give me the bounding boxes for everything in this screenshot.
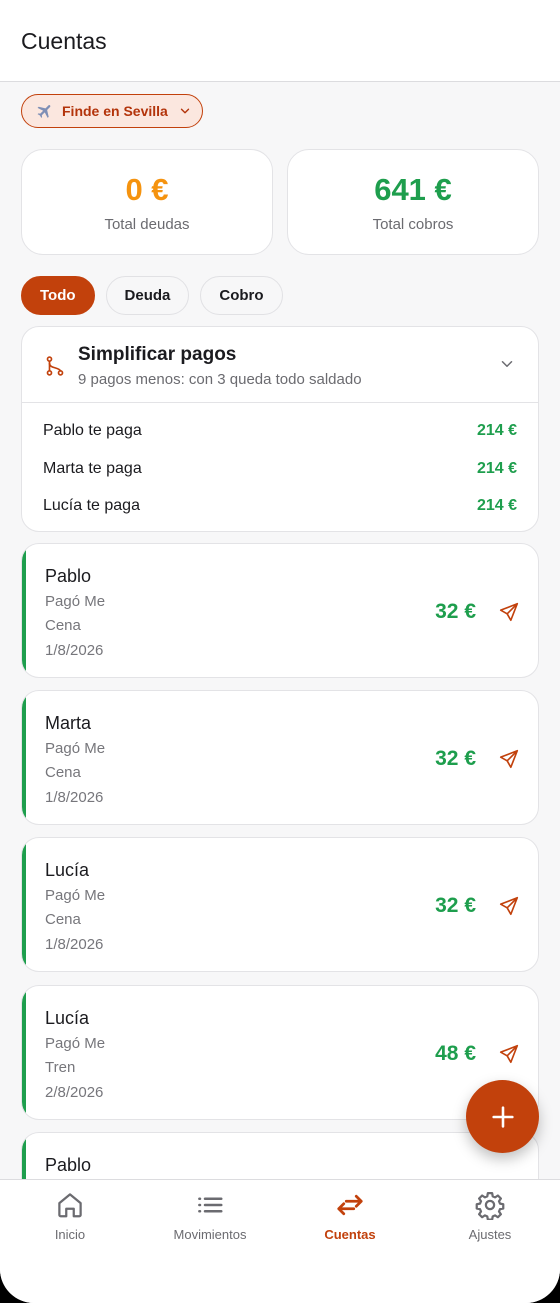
- simplify-row: Pablo te paga 214 €: [22, 413, 538, 451]
- simplify-row: Marta te paga 214 €: [22, 451, 538, 489]
- simplify-payments-panel: Simplificar pagos 9 pagos menos: con 3 q…: [21, 326, 539, 532]
- nav-movements-label: Movimientos: [173, 1227, 247, 1242]
- entry-name: Lucía: [45, 860, 90, 880]
- total-debts-amount: 0 €: [125, 172, 169, 207]
- total-credits-caption: Total cobros: [372, 216, 454, 233]
- send-icon[interactable]: [498, 895, 520, 917]
- entry-date: 1/8/2026: [45, 642, 104, 659]
- main-content[interactable]: Finde en Sevilla 0 € Total deudas 641 € …: [0, 83, 560, 1179]
- entry-amount: 32 €: [435, 747, 476, 770]
- list-icon: [198, 1197, 223, 1213]
- chevron-down-icon: [180, 108, 190, 114]
- entry-card[interactable]: Lucía Pagó Me Tren 2/8/2026 48 €: [21, 985, 539, 1120]
- entry-card[interactable]: Marta Pagó Me Cena 1/8/2026 32 €: [21, 690, 539, 825]
- entry-amount: 48 €: [435, 1042, 476, 1065]
- entry-date: 1/8/2026: [45, 936, 104, 953]
- home-icon: [58, 1193, 82, 1218]
- simplify-rows: Pablo te paga 214 € Marta te paga 214 € …: [22, 403, 538, 526]
- nav-settings[interactable]: Ajustes: [420, 1190, 560, 1242]
- filter-chips: Todo Deuda Cobro: [21, 276, 283, 315]
- entry-name: Pablo: [45, 566, 92, 586]
- credit-indicator-bar: [22, 838, 26, 971]
- plus-icon: [491, 1105, 514, 1128]
- nav-accounts-label: Cuentas: [324, 1227, 376, 1242]
- simplify-title: Simplificar pagos: [78, 344, 237, 365]
- entry-concept: Tren: [45, 1059, 76, 1076]
- simplify-row-who: Pablo te paga: [43, 422, 142, 439]
- filter-credit[interactable]: Cobro: [200, 276, 283, 315]
- group-selector[interactable]: Finde en Sevilla: [21, 94, 203, 128]
- entry-card[interactable]: Lucía Pagó Me Cena 1/8/2026 32 €: [21, 837, 539, 972]
- nav-accounts[interactable]: Cuentas: [280, 1190, 420, 1242]
- total-debts-card: 0 € Total deudas: [21, 149, 273, 255]
- simplify-row-amount: 214 €: [476, 459, 517, 477]
- simplify-row-who: Lucía te paga: [43, 497, 140, 514]
- transfer-arrows-icon: [337, 1194, 363, 1216]
- chevron-down-icon[interactable]: [498, 355, 516, 373]
- page-title: Cuentas: [21, 28, 107, 54]
- branch-icon: [46, 356, 64, 376]
- simplify-subtitle: 9 pagos menos: con 3 queda todo saldado: [78, 371, 362, 388]
- total-debts-caption: Total deudas: [104, 216, 190, 233]
- entry-payer: Pagó Me: [45, 740, 106, 757]
- entry-name: Pablo: [45, 1155, 92, 1175]
- add-entry-button[interactable]: [466, 1080, 539, 1153]
- total-credits-card: 641 € Total cobros: [287, 149, 539, 255]
- entry-payer: Pagó Me: [45, 593, 106, 610]
- send-icon[interactable]: [498, 601, 520, 623]
- credit-indicator-bar: [22, 544, 26, 677]
- entry-concept: Cena: [45, 911, 81, 928]
- filter-debt[interactable]: Deuda: [105, 276, 190, 315]
- nav-home[interactable]: Inicio: [0, 1190, 140, 1242]
- gear-icon: [475, 1192, 505, 1220]
- entry-payer: Pagó Me: [45, 1035, 106, 1052]
- nav-home-label: Inicio: [54, 1227, 86, 1242]
- entry-date: 1/8/2026: [45, 789, 104, 806]
- entry-payer: Pagó Me: [45, 887, 106, 904]
- simplify-row: Lucía te paga 214 €: [22, 488, 538, 526]
- entry-concept: Cena: [45, 764, 81, 781]
- app-screen: Cuentas Finde en Sevilla 0 € Total deuda…: [0, 0, 560, 1303]
- nav-settings-label: Ajustes: [468, 1227, 512, 1242]
- entry-card[interactable]: Pablo Pagó Me Cena 1/8/2026 32 €: [21, 543, 539, 678]
- simplify-row-amount: 214 €: [476, 497, 517, 514]
- credit-indicator-bar: [22, 986, 26, 1119]
- nav-movements[interactable]: Movimientos: [140, 1190, 280, 1242]
- credit-indicator-bar: [22, 691, 26, 824]
- entry-concept: Cena: [45, 617, 81, 634]
- simplify-payments-header[interactable]: Simplificar pagos 9 pagos menos: con 3 q…: [22, 327, 538, 403]
- entry-name: Lucía: [45, 1008, 90, 1028]
- app-bar: Cuentas: [0, 0, 560, 82]
- simplify-row-amount: 214 €: [476, 422, 517, 439]
- plane-icon: [37, 105, 51, 118]
- total-credits-amount: 641 €: [374, 172, 452, 207]
- send-icon[interactable]: [498, 748, 520, 770]
- credit-indicator-bar: [22, 1133, 26, 1179]
- filter-all[interactable]: Todo: [21, 276, 95, 315]
- simplify-row-who: Marta te paga: [43, 459, 142, 477]
- send-icon[interactable]: [498, 1043, 520, 1065]
- group-selector-label: Finde en Sevilla: [62, 103, 168, 119]
- entry-date: 2/8/2026: [45, 1084, 104, 1101]
- entry-name: Marta: [45, 713, 92, 733]
- entry-card[interactable]: Pablo: [21, 1132, 539, 1179]
- bottom-navigation: Inicio Movimientos Cuentas Ajustes: [0, 1179, 560, 1303]
- entry-amount: 32 €: [435, 600, 476, 623]
- entry-amount: 32 €: [435, 894, 476, 917]
